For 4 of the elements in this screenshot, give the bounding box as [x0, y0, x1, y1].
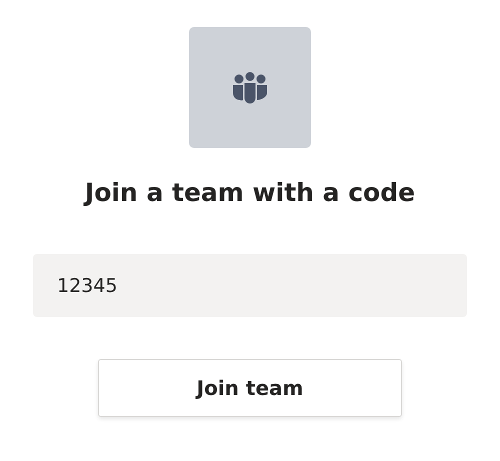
people-icon [233, 72, 267, 104]
code-field[interactable]: 12345 [33, 254, 467, 317]
join-team-button[interactable]: Join team [98, 359, 402, 417]
heading: Join a team with a code [84, 177, 416, 209]
